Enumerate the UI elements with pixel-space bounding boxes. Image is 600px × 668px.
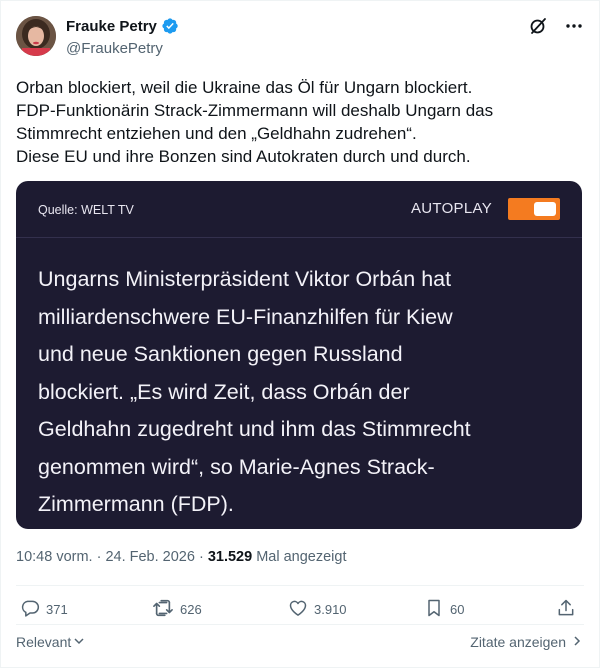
- views-label: Mal angezeigt: [252, 549, 347, 565]
- media-quote-line: milliardenschwere EU-Finanzhilfen für Ki…: [38, 304, 453, 329]
- media-quote-line: Zimmermann (FDP).: [38, 492, 234, 516]
- repost-icon: [152, 598, 174, 621]
- media-quote-line: blockiert. „Es wird Zeit, dass Orbán der: [38, 379, 410, 404]
- avatar[interactable]: [16, 16, 56, 56]
- sort-label: Relevant: [16, 634, 72, 650]
- reply-icon: [20, 598, 40, 621]
- autoplay-label: AUTOPLAY: [410, 200, 492, 217]
- tweet-text: Orban blockiert, weil die Ukraine das Öl…: [16, 76, 584, 168]
- repost-count: 626: [180, 602, 202, 617]
- reply-button[interactable]: 371: [20, 598, 68, 621]
- tweet-text-line: FDP-Funktionärin Strack-Zimmermann will …: [16, 101, 494, 120]
- divider: [16, 624, 584, 625]
- tweet-meta: 10:48 vorm. · 24. Feb. 2026 · 31.529 Mal…: [16, 549, 347, 565]
- video-media[interactable]: Quelle: WELT TV AUTOPLAY Ungarns Ministe…: [16, 181, 582, 529]
- grok-icon[interactable]: [528, 16, 548, 36]
- like-button[interactable]: 3.910: [288, 598, 347, 621]
- author-name-row: Frauke Petry: [66, 17, 179, 35]
- autoplay-toggle[interactable]: [508, 198, 560, 220]
- media-quote: Ungarns Ministerpräsident Viktor Orbán h…: [38, 261, 568, 524]
- autoplay-toggle-knob: [534, 202, 556, 216]
- media-quote-line: und neue Sanktionen gegen Russland: [38, 342, 403, 366]
- media-quote-line: Geldhahn zugedreht und ihm das Stimmrech…: [38, 417, 471, 441]
- view-quotes-label: Zitate anzeigen: [470, 634, 566, 650]
- view-quotes-link[interactable]: Zitate anzeigen: [470, 634, 582, 650]
- author-display-name[interactable]: Frauke Petry: [66, 18, 157, 35]
- tweet-text-line: Diese EU und ihre Bonzen sind Autokraten…: [16, 147, 471, 166]
- chevron-down-icon: [73, 634, 85, 650]
- media-divider: [16, 237, 582, 238]
- media-quote-line: Ungarns Ministerpräsident Viktor Orbán h…: [38, 267, 452, 291]
- tweet-text-line: Orban blockiert, weil die Ukraine das Öl…: [16, 78, 473, 97]
- repost-button[interactable]: 626: [152, 598, 202, 621]
- views-count: 31.529: [207, 549, 253, 565]
- verified-badge-icon: [161, 17, 179, 35]
- bookmark-icon: [424, 598, 444, 621]
- bookmark-button[interactable]: 60: [424, 598, 464, 621]
- divider: [16, 585, 584, 586]
- share-icon: [556, 598, 576, 621]
- media-quote-line: genommen wird“, so Marie-Agnes Strack-: [38, 454, 435, 479]
- more-icon[interactable]: [564, 16, 584, 36]
- timestamp[interactable]: 10:48 vorm. · 24. Feb. 2026 ·: [16, 549, 208, 565]
- bookmark-count: 60: [450, 602, 465, 617]
- author-handle[interactable]: @FraukePetry: [66, 40, 163, 57]
- share-button[interactable]: [556, 598, 576, 621]
- action-bar: 371 626 3.910 60: [16, 598, 584, 622]
- top-actions: [528, 16, 584, 36]
- reply-count: 371: [46, 602, 68, 617]
- media-source-label: Quelle: WELT TV: [38, 203, 134, 217]
- chevron-right-icon: [572, 634, 582, 650]
- sort-dropdown[interactable]: Relevant: [16, 634, 85, 650]
- like-count: 3.910: [314, 602, 347, 617]
- like-icon: [288, 598, 308, 621]
- tweet-text-line: Stimmrecht entziehen und den „Geldhahn z…: [16, 124, 417, 143]
